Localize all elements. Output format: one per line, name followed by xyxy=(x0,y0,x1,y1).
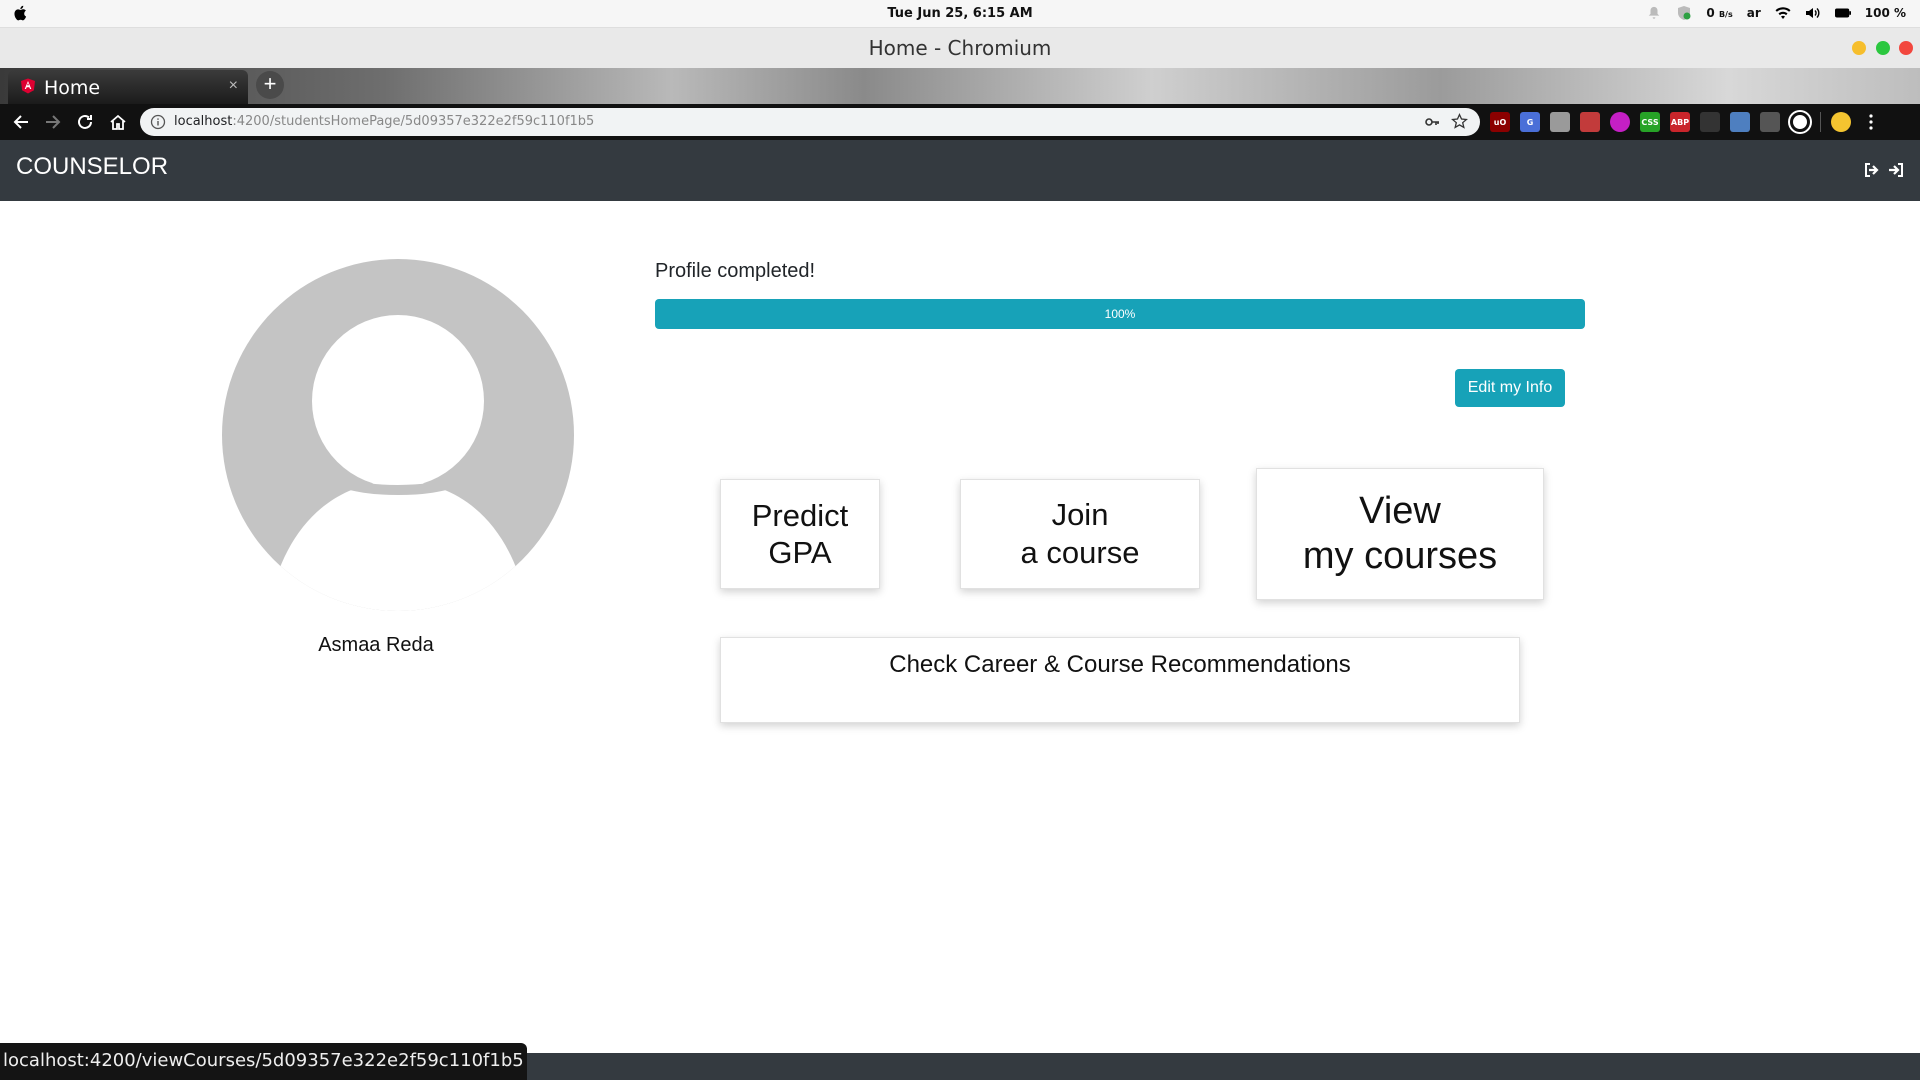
back-arrow-icon xyxy=(13,115,28,129)
colorpick-extension-icon[interactable] xyxy=(1610,112,1630,132)
view-courses-card[interactable]: View my courses xyxy=(1256,468,1544,600)
wifi-icon[interactable] xyxy=(1775,5,1791,21)
arrow-extension-icon[interactable] xyxy=(1700,112,1720,132)
bookmark-star-icon[interactable] xyxy=(1451,113,1468,130)
app-navbar: COUNSELOR xyxy=(0,140,1920,201)
angular-favicon-icon xyxy=(21,78,35,94)
predict-gpa-label: Predict GPA xyxy=(751,498,849,570)
window-title: Home - Chromium xyxy=(868,36,1052,60)
join-course-card[interactable]: Join a course xyxy=(960,479,1200,589)
edit-info-button[interactable]: Edit my Info xyxy=(1455,369,1565,407)
network-speed: 0 B/s xyxy=(1706,6,1733,20)
os-menu-bar: Tue Jun 25, 6:15 AM 0 B/s ar 100 % xyxy=(0,0,1920,28)
password-key-icon[interactable] xyxy=(1424,114,1440,130)
ublock-extension-icon[interactable]: uO xyxy=(1490,112,1510,132)
career-recommendations-card[interactable]: Check Career & Course Recommendations xyxy=(720,637,1520,723)
battery-icon[interactable] xyxy=(1834,5,1851,21)
chromium-extension-icon[interactable] xyxy=(1790,112,1810,132)
site-info-icon[interactable] xyxy=(150,114,166,130)
tab-close-icon[interactable]: × xyxy=(229,77,238,95)
maximize-button[interactable] xyxy=(1876,41,1890,55)
browser-toolbar: localhost:4200/studentsHomePage/5d09357e… xyxy=(0,104,1920,140)
profile-avatar-icon[interactable] xyxy=(1831,112,1851,132)
user-silhouette-icon xyxy=(222,259,574,611)
clock[interactable]: Tue Jun 25, 6:15 AM xyxy=(0,6,1920,21)
url-path: :4200/studentsHomePage/5d09357e322e2f59c… xyxy=(232,114,595,129)
avatar xyxy=(222,259,574,611)
sign-in-icon[interactable] xyxy=(1888,162,1904,178)
close-window-button[interactable] xyxy=(1899,41,1913,55)
url-host: localhost xyxy=(174,114,233,129)
join-course-label: Join a course xyxy=(1020,497,1140,570)
home-button[interactable] xyxy=(106,110,130,134)
reload-button[interactable] xyxy=(73,110,97,134)
notification-bell-icon[interactable] xyxy=(1646,5,1662,21)
navbar-icons xyxy=(1864,162,1904,178)
page-extension-icon[interactable] xyxy=(1550,112,1570,132)
keyboard-layout[interactable]: ar xyxy=(1747,6,1761,20)
pen-extension-icon[interactable] xyxy=(1580,112,1600,132)
translate-extension-icon[interactable]: G xyxy=(1520,112,1540,132)
system-tray: 0 B/s ar 100 % xyxy=(1646,5,1906,21)
forward-button[interactable] xyxy=(41,110,65,134)
profile-progress-bar: 100% xyxy=(655,299,1585,329)
predict-gpa-card[interactable]: Predict GPA xyxy=(720,479,880,589)
address-url[interactable]: localhost:4200/studentsHomePage/5d09357e… xyxy=(174,114,594,129)
student-name: Asmaa Reda xyxy=(318,634,434,656)
network-speed-unit: B/s xyxy=(1718,10,1733,19)
css-extension-icon[interactable]: CSS xyxy=(1640,112,1660,132)
bookmark-extension-icon[interactable] xyxy=(1730,112,1750,132)
battery-percent: 100 % xyxy=(1864,6,1906,20)
abp-extension-icon[interactable]: ABP xyxy=(1670,112,1690,132)
download-extension-icon[interactable] xyxy=(1760,112,1780,132)
career-recommendations-label: Check Career & Course Recommendations xyxy=(889,651,1351,678)
profile-progress-fill: 100% xyxy=(655,299,1585,329)
extensions-row: uO G CSS ABP xyxy=(1490,112,1881,132)
volume-icon[interactable] xyxy=(1805,5,1821,21)
home-icon xyxy=(110,114,126,130)
back-button[interactable] xyxy=(9,110,33,134)
toolbar-divider xyxy=(1820,112,1821,132)
tab-label: Home xyxy=(44,77,101,99)
minimize-button[interactable] xyxy=(1852,41,1866,55)
address-bar[interactable]: localhost:4200/studentsHomePage/5d09357e… xyxy=(140,108,1480,136)
forward-arrow-icon xyxy=(46,115,61,129)
view-courses-label: View my courses xyxy=(1302,490,1498,577)
status-bar-url: localhost:4200/viewCourses/5d09357e322e2… xyxy=(0,1043,527,1080)
shield-status-icon[interactable] xyxy=(1676,5,1692,21)
brand-logo[interactable]: COUNSELOR xyxy=(16,153,168,181)
sign-out-icon[interactable] xyxy=(1864,162,1880,178)
reload-icon xyxy=(78,114,92,129)
profile-completion-label: Profile completed! xyxy=(655,260,816,282)
browser-menu-icon[interactable] xyxy=(1861,112,1881,132)
window-title-bar: Home - Chromium xyxy=(0,28,1920,68)
tab-home[interactable]: Home × xyxy=(8,70,248,104)
tab-strip: Home × + xyxy=(0,68,1920,104)
new-tab-button[interactable]: + xyxy=(256,71,284,99)
